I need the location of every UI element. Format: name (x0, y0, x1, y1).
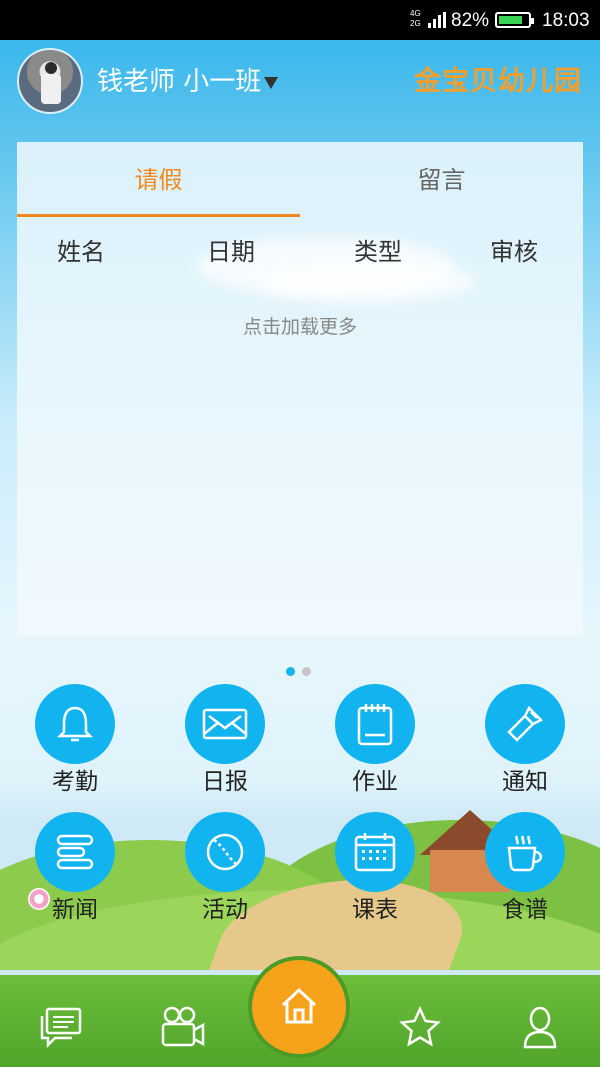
page-dot[interactable] (302, 667, 311, 676)
load-more-link[interactable]: 点击加载更多 (17, 312, 583, 339)
grid-item-activity[interactable]: 活动 (175, 812, 275, 926)
column-header-review: 审核 (490, 238, 538, 266)
active-tab-indicator (17, 214, 300, 217)
star-icon[interactable] (395, 1003, 445, 1051)
column-header-type: 类型 (354, 238, 402, 266)
chat-icon[interactable] (36, 1003, 86, 1051)
column-header-name: 姓名 (57, 238, 105, 266)
grid-item-attendance[interactable]: 考勤 (25, 684, 125, 798)
class-name: 小一班 (183, 67, 262, 97)
clock: 18:03 (542, 10, 590, 31)
grid-label: 课表 (352, 897, 398, 923)
grid-label: 日报 (202, 769, 248, 795)
coffee-cup-icon (485, 812, 565, 892)
column-header-date: 日期 (207, 238, 255, 266)
page-dot[interactable] (286, 667, 295, 676)
profile-icon[interactable] (515, 1003, 565, 1051)
network-type: 4G 2G (410, 9, 421, 28)
grid-label: 食谱 (502, 897, 548, 923)
home-icon (277, 983, 321, 1031)
grid-label: 考勤 (52, 769, 98, 795)
notepad-icon (335, 684, 415, 764)
status-bar: 4G 2G 82% 18:03 (0, 0, 600, 40)
bell-icon (35, 684, 115, 764)
class-selector[interactable]: 钱老师 小一班 (97, 62, 279, 102)
envelope-icon (185, 684, 265, 764)
grid-item-notice[interactable]: 通知 (475, 684, 575, 798)
tab-leave[interactable]: 请假 (17, 162, 300, 198)
tab-messages[interactable]: 留言 (300, 162, 583, 198)
avatar[interactable] (17, 48, 83, 114)
grid-item-daily-report[interactable]: 日报 (175, 684, 275, 798)
grid-item-news[interactable]: 新闻 (25, 812, 125, 926)
battery-percent: 82% (451, 10, 490, 31)
ball-icon (185, 812, 265, 892)
flashlight-icon (485, 684, 565, 764)
grid-label: 活动 (202, 897, 248, 923)
signal-icon (428, 12, 446, 34)
news-list-icon (35, 812, 115, 892)
video-camera-icon[interactable] (158, 1003, 208, 1051)
grid-label: 作业 (352, 769, 398, 795)
grid-item-schedule[interactable]: 课表 (325, 812, 425, 926)
grid-item-homework[interactable]: 作业 (325, 684, 425, 798)
dropdown-caret-icon (264, 76, 279, 89)
grid-label: 通知 (502, 769, 548, 795)
page-indicator (286, 661, 318, 680)
grid-label: 新闻 (52, 897, 98, 923)
grid-item-recipes[interactable]: 食谱 (475, 812, 575, 926)
leave-message-panel: 请假 留言 姓名 日期 类型 审核 点击加载更多 (17, 142, 583, 636)
calendar-icon (335, 812, 415, 892)
school-name: 金宝贝幼儿园 (414, 66, 582, 97)
teacher-name: 钱老师 (97, 67, 176, 97)
battery-icon (495, 12, 534, 28)
home-button[interactable] (252, 960, 346, 1054)
